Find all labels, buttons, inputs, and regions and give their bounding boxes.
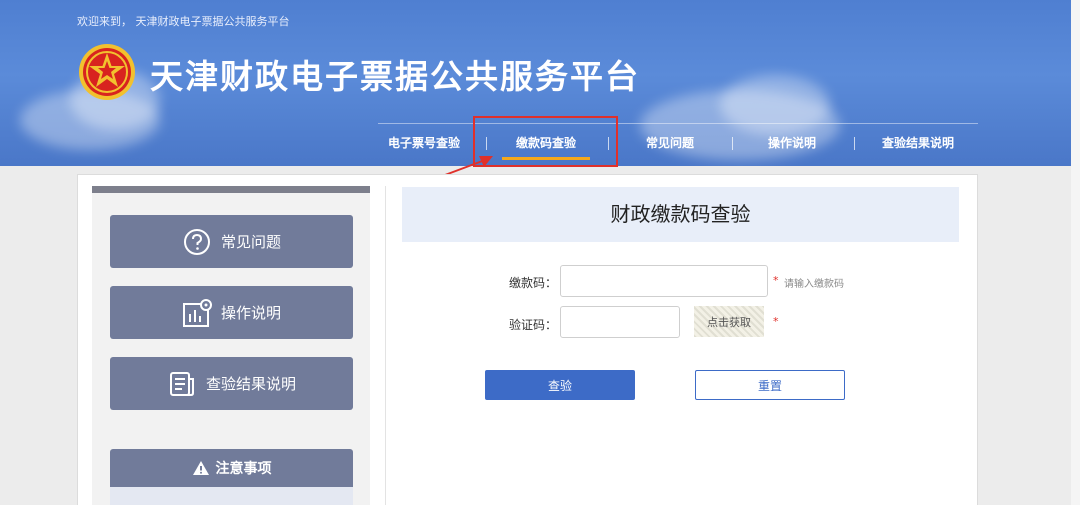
site-title: 天津财政电子票据公共服务平台 (150, 57, 640, 96)
right-edge (1071, 0, 1080, 505)
nav-item-instructions[interactable]: 操作说明 (746, 127, 838, 159)
nav-item-faq[interactable]: 常见问题 (624, 127, 716, 159)
sidebar-top-bar (92, 186, 370, 193)
notice-title: 注意事项 (215, 461, 272, 477)
reset-button[interactable]: 重置 (695, 370, 845, 400)
page-title: 财政缴款码查验 (610, 202, 751, 226)
verify-button[interactable]: 查验 (485, 370, 635, 400)
payment-code-hint: 请输入缴款码 (784, 279, 844, 290)
required-mark: * (773, 274, 779, 287)
payment-code-input[interactable] (560, 265, 768, 297)
nav-item-result-explanation[interactable]: 查验结果说明 (872, 127, 964, 159)
notice-header: 注意事项 (110, 449, 353, 487)
sidebar-item-result-explanation[interactable]: 查验结果说明 (110, 357, 353, 410)
sidebar-item-label: 常见问题 (220, 233, 281, 251)
nav-separator (854, 137, 855, 150)
captcha-get-button[interactable]: 点击获取 (694, 306, 764, 337)
cloud-decoration (720, 75, 830, 135)
question-circle-icon (182, 227, 212, 257)
sidebar-item-label: 操作说明 (220, 304, 281, 322)
notice-body (110, 487, 353, 505)
sidebar-item-faq[interactable]: 常见问题 (110, 215, 353, 268)
required-mark: * (773, 315, 779, 328)
welcome-text: 欢迎来到， 天津财政电子票据公共服务平台 (77, 15, 290, 28)
content-divider (385, 186, 386, 505)
sidebar-item-label: 查验结果说明 (205, 375, 296, 393)
emblem-logo-icon (79, 44, 135, 100)
captcha-label: 验证码： (508, 318, 557, 332)
payment-code-label: 缴款码： (508, 276, 557, 290)
chart-gear-icon (182, 298, 212, 328)
nav-separator (732, 137, 733, 150)
document-icon (167, 369, 197, 399)
nav-divider-line (378, 123, 978, 124)
captcha-input[interactable] (560, 306, 680, 338)
sidebar-item-instructions[interactable]: 操作说明 (110, 286, 353, 339)
warning-icon (192, 461, 209, 475)
